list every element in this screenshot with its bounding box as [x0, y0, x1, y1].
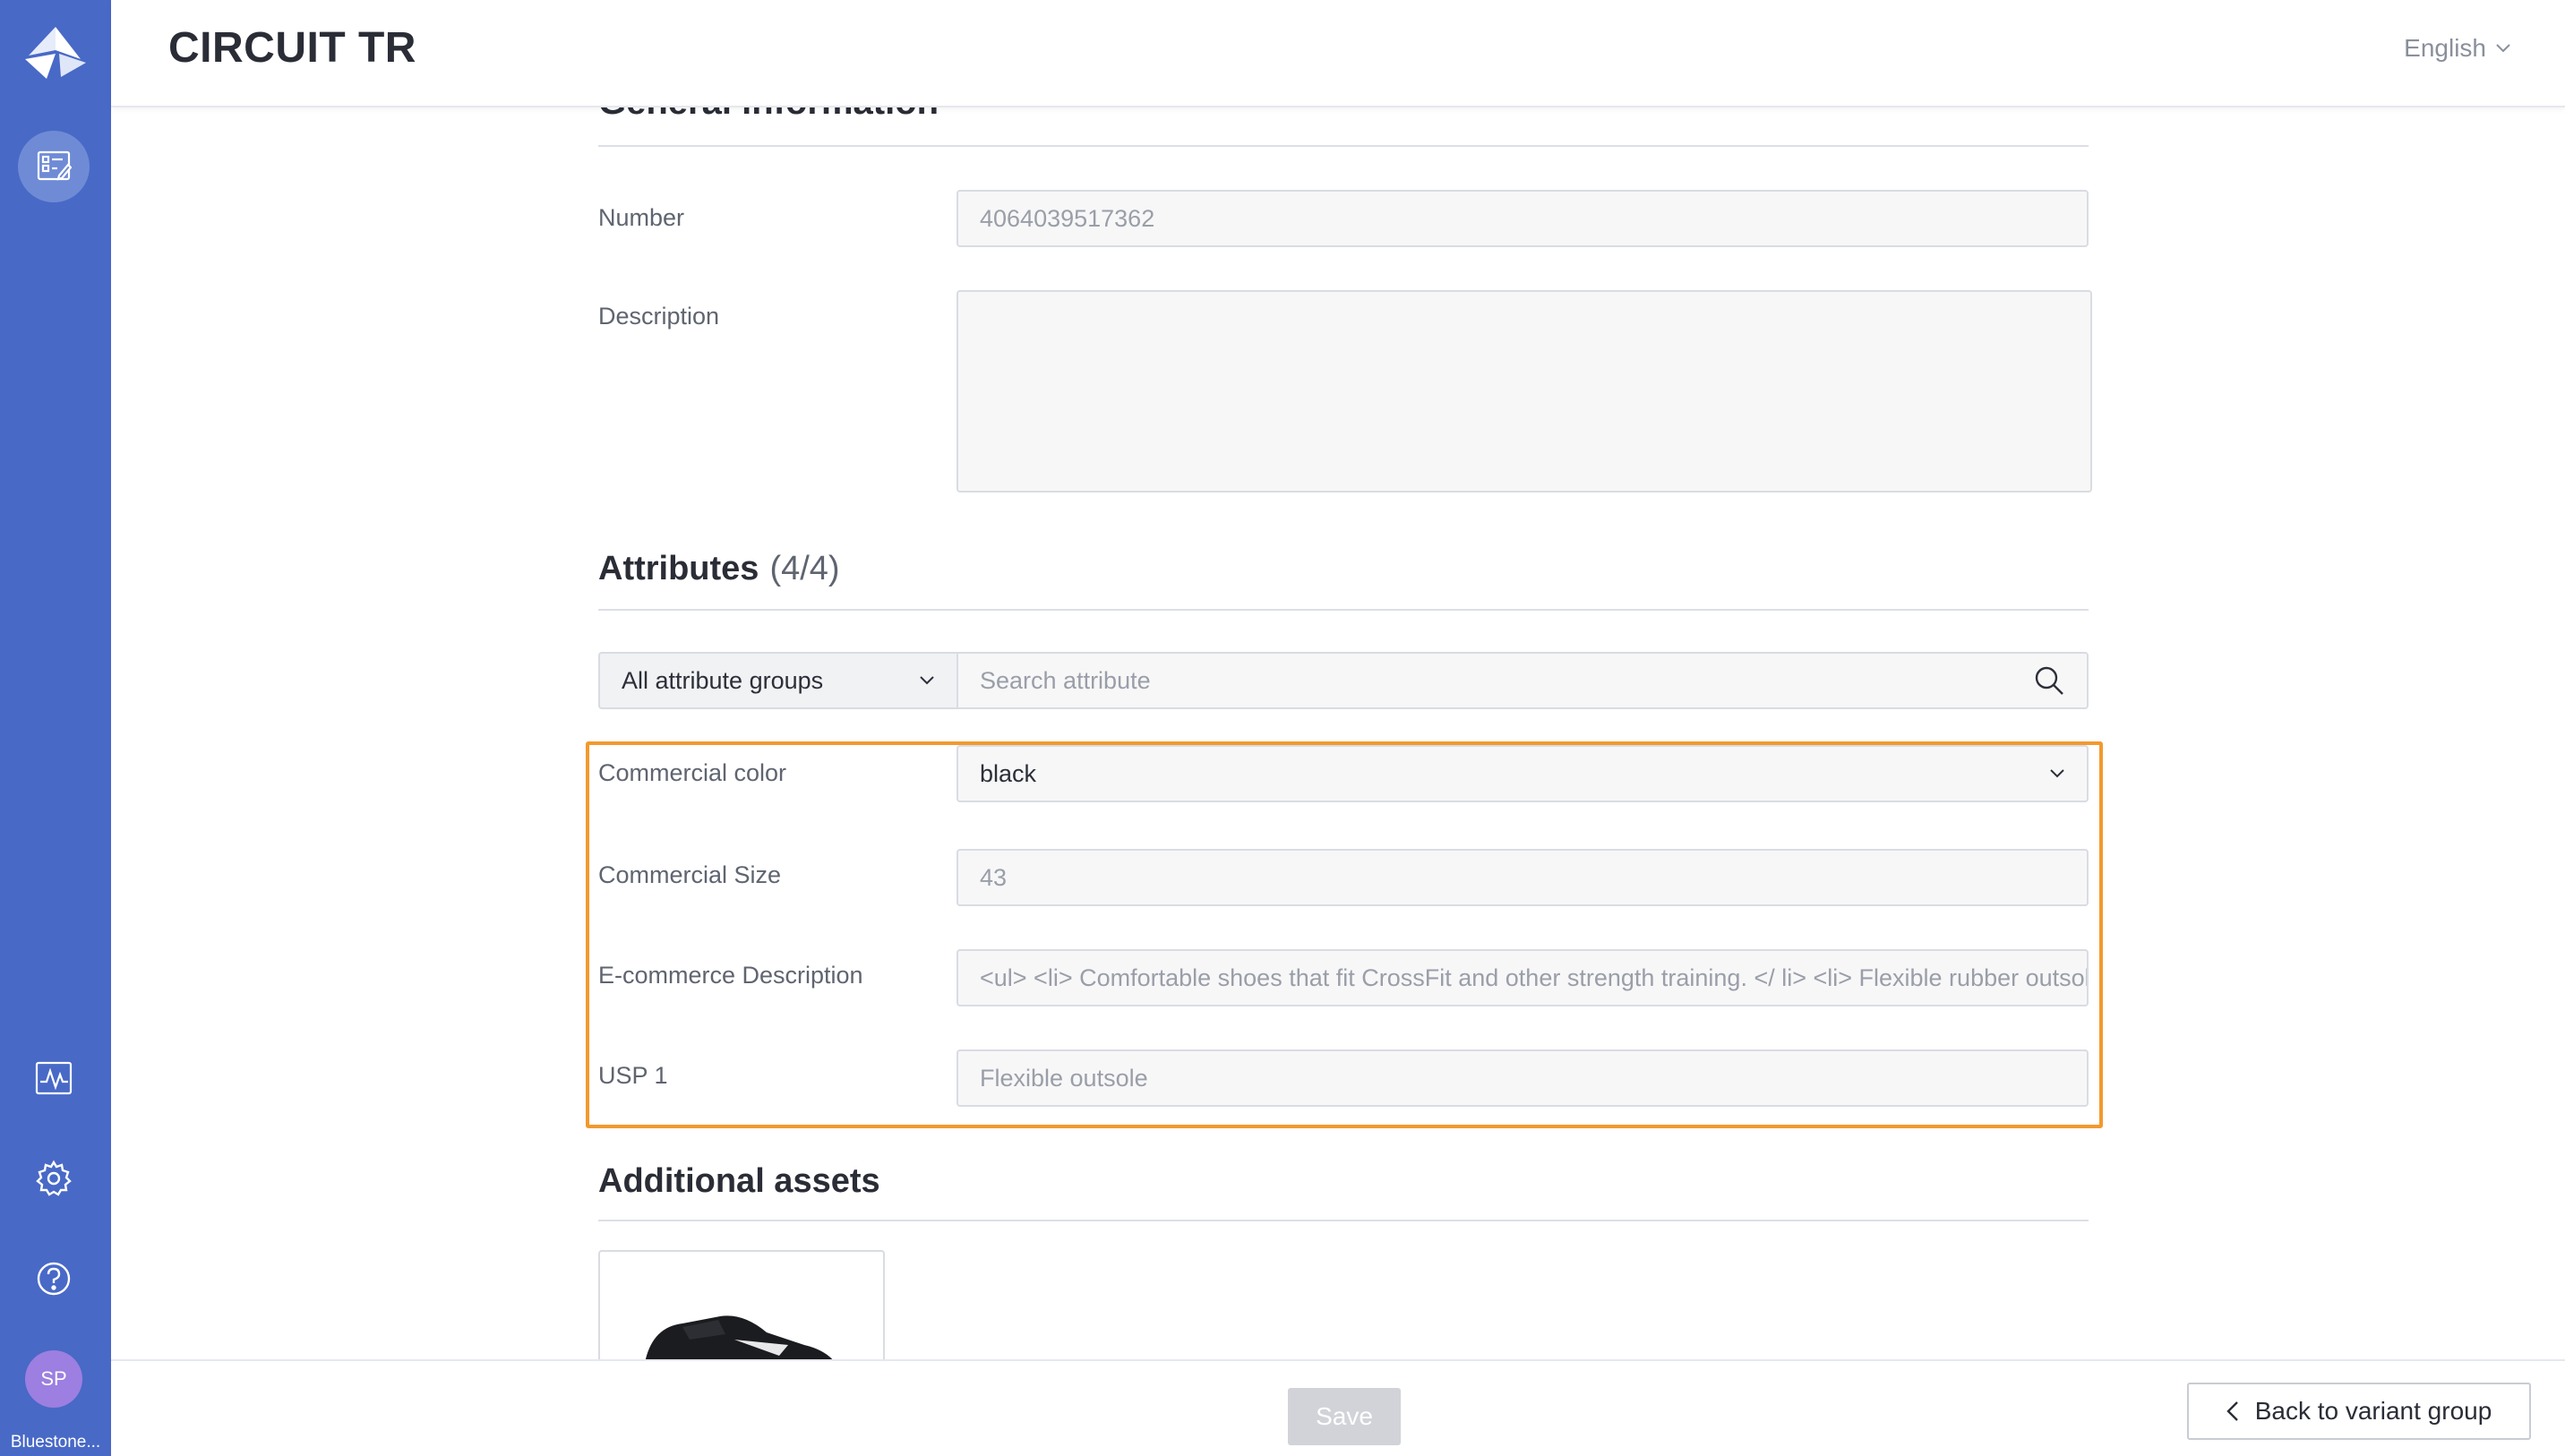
- shoe-image: [645, 1315, 833, 1359]
- ecommerce-description-field[interactable]: <ul> <li> Comfortable shoes that fit Cro…: [957, 949, 2089, 1006]
- commercial-color-value: black: [980, 759, 1037, 787]
- sidebar-item-products[interactable]: [18, 131, 90, 202]
- header: CIRCUIT TR English: [111, 0, 2565, 107]
- additional-assets-title: Additional assets: [598, 1162, 880, 1200]
- attribute-label: Commercial Size: [598, 861, 782, 888]
- number-field[interactable]: 4064039517362: [957, 190, 2089, 247]
- commercial-color-select[interactable]: black: [957, 745, 2089, 802]
- activity-icon: [35, 1061, 73, 1095]
- chevron-left-icon: [2226, 1401, 2238, 1421]
- search-attribute-box[interactable]: [957, 652, 2089, 709]
- divider: [598, 609, 2089, 611]
- page-title: CIRCUIT TR: [168, 24, 416, 72]
- description-field[interactable]: [957, 290, 2092, 492]
- attribute-group-value: All attribute groups: [622, 666, 824, 694]
- attribute-label: E-commerce Description: [598, 962, 863, 989]
- search-icon[interactable]: [2033, 664, 2065, 697]
- attributes-title: Attributes (4/4): [598, 550, 840, 588]
- chevron-down-icon: [920, 676, 934, 685]
- section-title-general: General information: [598, 107, 939, 123]
- search-input[interactable]: [980, 666, 2033, 695]
- description-label: Description: [598, 303, 720, 330]
- footer-bar: Save Back to variant group: [111, 1359, 2565, 1456]
- gear-icon: [36, 1160, 72, 1196]
- sidebar-item-help[interactable]: [29, 1254, 79, 1304]
- attribute-label: USP 1: [598, 1062, 668, 1089]
- avatar[interactable]: SP: [25, 1350, 82, 1408]
- logo-icon[interactable]: [20, 23, 91, 82]
- sidebar-item-settings[interactable]: [29, 1153, 79, 1203]
- usp1-field[interactable]: Flexible outsole: [957, 1049, 2089, 1107]
- divider: [598, 1220, 2089, 1221]
- asset-thumbnail[interactable]: [598, 1250, 885, 1359]
- attributes-count: (4/4): [769, 550, 840, 587]
- sidebar-item-activity[interactable]: [29, 1053, 79, 1103]
- language-label: English: [2404, 34, 2486, 62]
- back-to-variant-group-button[interactable]: Back to variant group: [2187, 1383, 2531, 1440]
- organization-name: Bluestone...: [10, 1433, 101, 1452]
- attribute-group-select[interactable]: All attribute groups: [598, 652, 957, 709]
- divider: [598, 145, 2089, 147]
- main-content[interactable]: General information Number 4064039517362…: [111, 107, 2565, 1359]
- save-button[interactable]: Save: [1288, 1388, 1401, 1445]
- help-icon: [37, 1262, 71, 1296]
- avatar-initials: SP: [40, 1367, 67, 1390]
- chevron-down-icon: [2496, 44, 2510, 53]
- chevron-down-icon: [2050, 769, 2064, 778]
- back-button-label: Back to variant group: [2254, 1397, 2492, 1425]
- attributes-title-text: Attributes: [598, 550, 759, 587]
- number-label: Number: [598, 204, 685, 231]
- commercial-size-field[interactable]: 43: [957, 849, 2089, 906]
- attribute-label: Commercial color: [598, 759, 787, 786]
- language-selector[interactable]: English: [2404, 34, 2511, 63]
- sidebar: SP Bluestone...: [0, 0, 111, 1456]
- products-icon: [37, 150, 72, 181]
